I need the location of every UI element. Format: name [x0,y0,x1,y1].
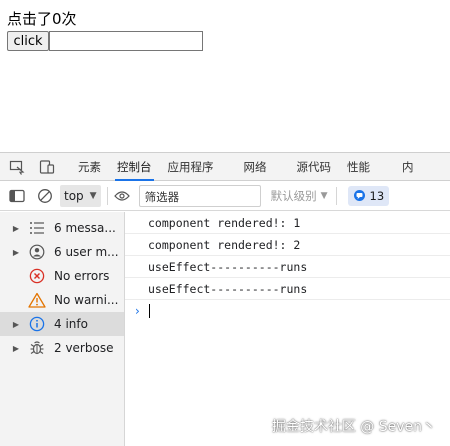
tab-performance[interactable]: 性能 [339,153,378,181]
text-input[interactable] [49,31,203,51]
sidebar-item-verbose[interactable]: ▶ 2 verbose [0,336,124,360]
expand-caret-icon[interactable]: ▶ [6,320,26,329]
chevron-down-icon: ▼ [320,190,328,201]
issues-badge[interactable]: 13 [347,185,390,206]
toolbar-divider [335,186,337,205]
log-levels-label: 默认级别 [270,188,317,203]
watermark: 掘金技术社区 @ Seven丶 [271,419,436,435]
devtools-tabbar: 元素 控制台 应用程序 网络 源代码 性能 内 [0,153,450,181]
tab-memory[interactable]: 内 [394,153,422,181]
click-button[interactable]: click [7,31,49,51]
text-cursor [149,304,150,318]
device-toolbar-icon[interactable] [38,158,56,176]
sidebar-item-label: 4 info [54,317,88,331]
context-selector[interactable]: top ▼ [60,184,101,207]
console-body: ▶ 6 messa... ▶ 6 user m... No errors No … [0,212,450,446]
sidebar-item-info[interactable]: ▶ 4 info [0,312,124,336]
devtools-panel: 元素 控制台 应用程序 网络 源代码 性能 内 top ▼ 筛选器 默认级别 ▼… [0,152,450,446]
filter-input[interactable]: 筛选器 [138,184,261,207]
log-levels-dropdown[interactable]: 默认级别 ▼ [271,188,328,204]
context-selector-value: top [64,188,84,203]
web-page: 点击了0次 click [0,0,450,152]
sidebar-item-label: 6 user m... [54,245,119,259]
expand-caret-icon[interactable]: ▶ [6,224,26,233]
inspect-element-icon[interactable] [8,158,26,176]
bug-icon [26,338,48,358]
list-icon [26,218,48,238]
click-count-text: 点击了0次 [7,10,77,28]
clear-console-icon[interactable] [34,185,56,207]
sidebar-item-warnings[interactable]: No warni... [0,288,124,312]
sidebar-item-label: 6 messa... [54,221,116,235]
console-log-line: component rendered!: 2 [125,234,450,256]
console-output: component rendered!: 1 component rendere… [125,212,450,446]
console-log-line: component rendered!: 1 [125,212,450,234]
expand-caret-icon[interactable]: ▶ [6,248,26,257]
live-expression-eye-icon[interactable] [111,185,133,207]
tab-console[interactable]: 控制台 [109,153,160,181]
sidebar-item-user-messages[interactable]: ▶ 6 user m... [0,240,124,264]
info-icon [26,314,48,334]
page-controls: click [7,31,203,51]
console-toolbar: top ▼ 筛选器 默认级别 ▼ 13 [0,181,450,211]
error-icon [26,266,48,286]
sidebar-item-label: No errors [54,269,110,283]
toolbar-divider [106,186,108,205]
warning-icon [26,290,48,310]
chevron-down-icon: ▼ [89,190,97,201]
tab-elements[interactable]: 元素 [70,153,109,181]
issues-icon [353,190,365,201]
user-icon [26,242,48,262]
tab-application[interactable]: 应用程序 [160,153,222,181]
issues-count: 13 [369,188,385,203]
sidebar-item-errors[interactable]: No errors [0,264,124,288]
tab-network[interactable]: 网络 [236,153,275,181]
console-log-line: useEffect----------runs [125,278,450,300]
console-log-line: useEffect----------runs [125,256,450,278]
sidebar-item-label: No warni... [54,293,119,307]
console-prompt[interactable]: › [125,300,450,322]
prompt-chevron-icon: › [135,304,140,318]
sidebar-item-messages[interactable]: ▶ 6 messa... [0,216,124,240]
sidebar-item-label: 2 verbose [54,341,114,355]
expand-caret-icon[interactable]: ▶ [6,344,26,353]
sidebar-toggle-icon[interactable] [6,185,28,207]
console-sidebar: ▶ 6 messa... ▶ 6 user m... No errors No … [0,212,125,446]
tab-sources[interactable]: 源代码 [289,153,340,181]
